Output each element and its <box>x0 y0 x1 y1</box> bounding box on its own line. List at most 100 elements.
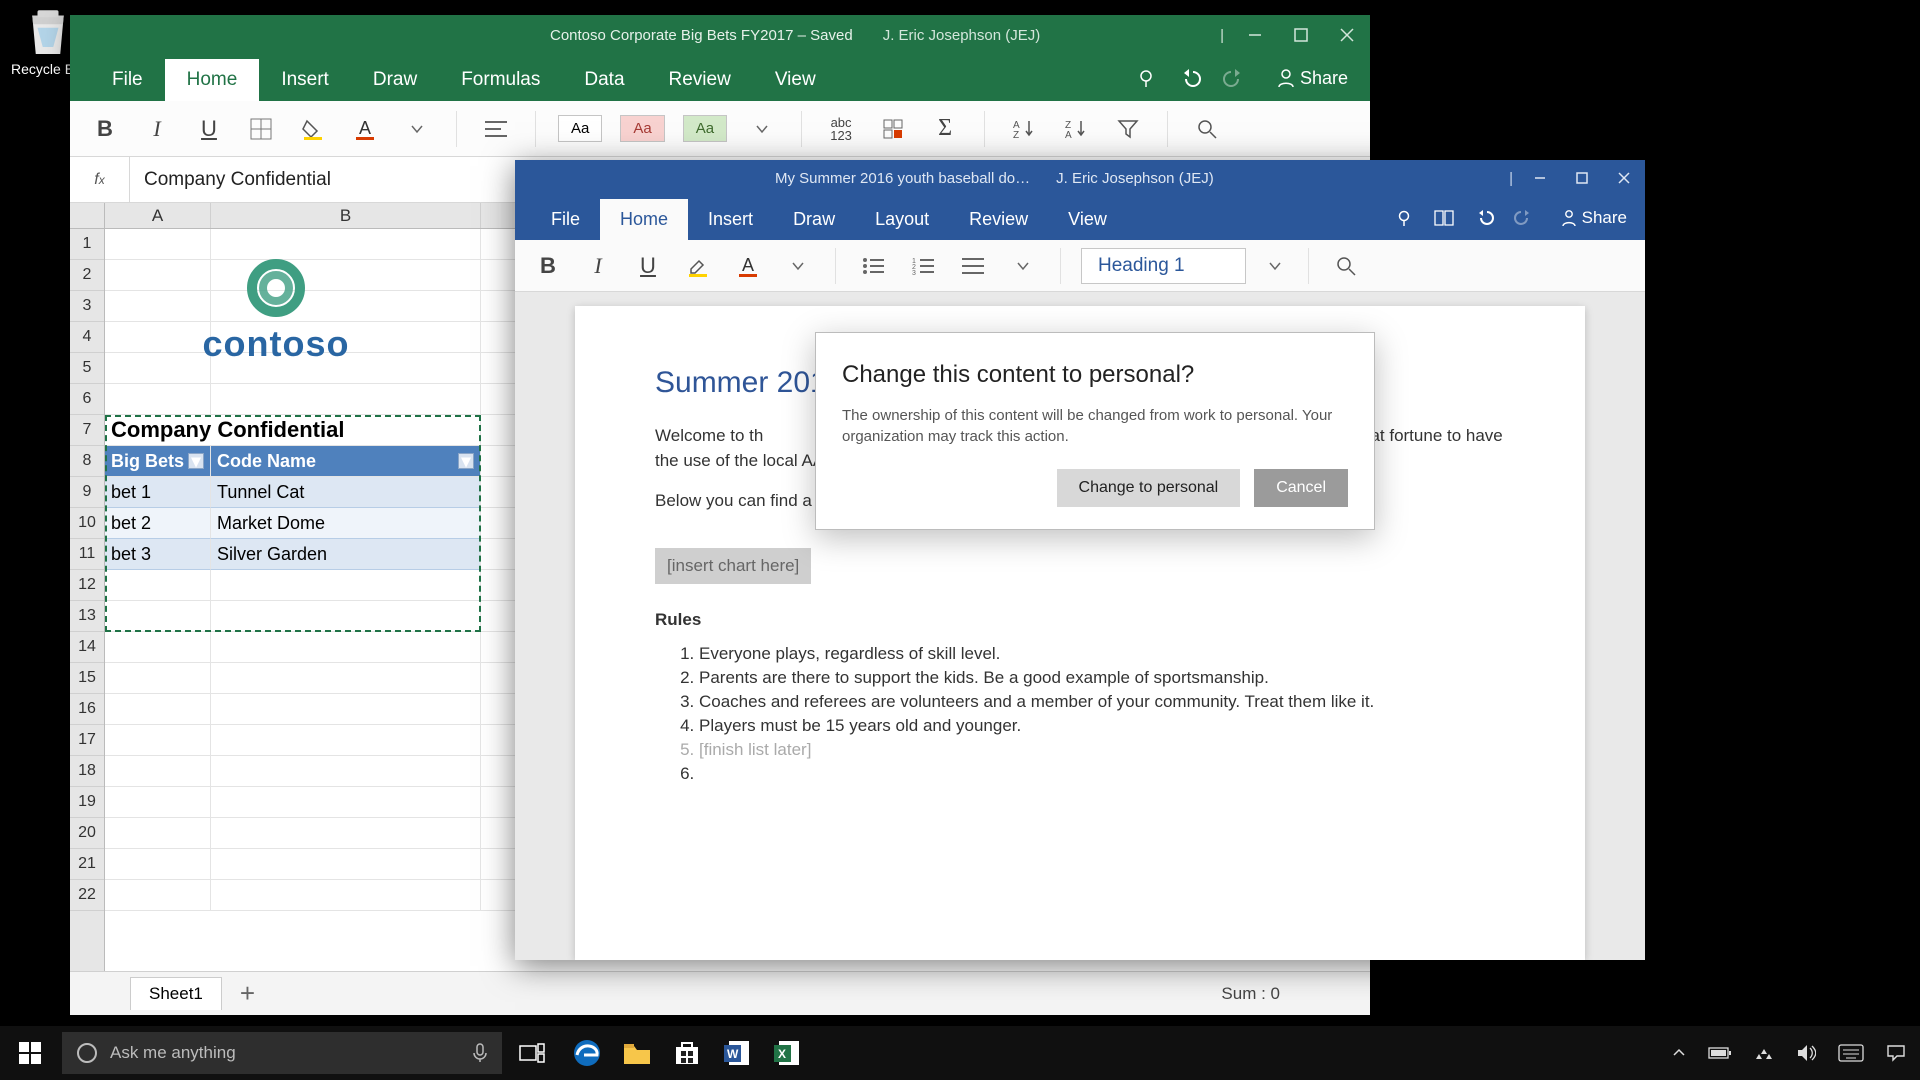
word-page[interactable]: Summer 2016 youth baseball Welcome to th… <box>575 306 1585 960</box>
sort-desc-button[interactable]: ZA <box>1059 112 1093 146</box>
excel-close-button[interactable] <box>1324 15 1370 55</box>
excel-tab-formulas[interactable]: Formulas <box>439 59 562 101</box>
row-header[interactable]: 7 <box>70 415 104 446</box>
word-tab-layout[interactable]: Layout <box>855 199 949 240</box>
row-header[interactable]: 10 <box>70 508 104 539</box>
word-tab-view[interactable]: View <box>1048 199 1127 240</box>
row-header[interactable]: 15 <box>70 663 104 694</box>
word-titlebar[interactable]: My Summer 2016 youth baseball do… J. Eri… <box>515 160 1645 196</box>
word-font-color-button[interactable]: A <box>731 249 765 283</box>
col-header-b[interactable]: B <box>211 203 481 228</box>
table-cell[interactable]: bet 3 <box>105 539 211 570</box>
col-header-a[interactable]: A <box>105 203 211 228</box>
row-header[interactable]: 19 <box>70 787 104 818</box>
taskbar-excel[interactable]: X <box>762 1026 812 1080</box>
sheet-tab[interactable]: Sheet1 <box>130 977 222 1010</box>
word-italic-button[interactable]: I <box>581 249 615 283</box>
battery-icon[interactable] <box>1708 1046 1732 1060</box>
word-read-mode-icon[interactable] <box>1424 196 1464 240</box>
word-font-more-button[interactable] <box>781 249 815 283</box>
chevron-down-icon[interactable]: ▾ <box>188 453 204 469</box>
keyboard-icon[interactable] <box>1838 1044 1864 1062</box>
excel-maximize-button[interactable] <box>1278 15 1324 55</box>
row-header[interactable]: 12 <box>70 570 104 601</box>
font-color-button[interactable]: A <box>348 112 382 146</box>
cancel-button[interactable]: Cancel <box>1254 469 1348 507</box>
fill-color-button[interactable] <box>296 112 330 146</box>
word-para-more-button[interactable] <box>1006 249 1040 283</box>
tray-chevron-icon[interactable] <box>1672 1046 1686 1060</box>
underline-button[interactable]: U <box>192 112 226 146</box>
table-cell[interactable]: Tunnel Cat <box>211 477 481 508</box>
excel-tab-file[interactable]: File <box>90 59 165 101</box>
excel-tab-review[interactable]: Review <box>647 59 753 101</box>
row-header[interactable]: 17 <box>70 725 104 756</box>
chevron-down-icon[interactable]: ▾ <box>458 453 474 469</box>
word-tab-home[interactable]: Home <box>600 199 688 240</box>
word-maximize-button[interactable] <box>1561 160 1603 196</box>
word-redo-icon[interactable] <box>1504 196 1544 240</box>
word-highlight-button[interactable] <box>681 249 715 283</box>
word-underline-button[interactable]: U <box>631 249 665 283</box>
formula-bar-value[interactable]: Company Confidential <box>130 169 331 191</box>
find-button[interactable] <box>1190 112 1224 146</box>
wifi-icon[interactable] <box>1754 1045 1774 1061</box>
excel-redo-icon[interactable] <box>1212 55 1256 101</box>
row-header[interactable]: 11 <box>70 539 104 570</box>
excel-share-button[interactable]: Share <box>1256 68 1370 89</box>
sort-asc-button[interactable]: AZ <box>1007 112 1041 146</box>
taskbar-explorer[interactable] <box>612 1026 662 1080</box>
filter-button[interactable] <box>1111 112 1145 146</box>
condfmt-more-button[interactable] <box>745 112 779 146</box>
row-header[interactable]: 18 <box>70 756 104 787</box>
add-sheet-button[interactable]: + <box>240 978 255 1009</box>
row-header[interactable]: 3 <box>70 291 104 322</box>
excel-minimize-button[interactable] <box>1232 15 1278 55</box>
word-close-button[interactable] <box>1603 160 1645 196</box>
volume-icon[interactable] <box>1796 1044 1816 1062</box>
borders-button[interactable] <box>244 112 278 146</box>
excel-tellme-icon[interactable] <box>1124 55 1168 101</box>
row-header[interactable]: 2 <box>70 260 104 291</box>
condfmt-normal[interactable]: Aa <box>558 115 602 142</box>
autosum-button[interactable]: Σ <box>928 112 962 146</box>
row-header[interactable]: 1 <box>70 229 104 260</box>
action-center-icon[interactable] <box>1886 1044 1906 1062</box>
table-cell[interactable]: bet 2 <box>105 508 211 539</box>
mic-icon[interactable] <box>472 1043 488 1063</box>
word-style-dropdown[interactable] <box>1262 259 1288 273</box>
taskbar-store[interactable] <box>662 1026 712 1080</box>
word-tab-review[interactable]: Review <box>949 199 1048 240</box>
bold-button[interactable]: B <box>88 112 122 146</box>
number-format-button[interactable]: abc123 <box>824 112 858 146</box>
word-minimize-button[interactable] <box>1519 160 1561 196</box>
word-tab-draw[interactable]: Draw <box>773 199 855 240</box>
word-tab-insert[interactable]: Insert <box>688 199 773 240</box>
change-to-personal-button[interactable]: Change to personal <box>1057 469 1241 507</box>
taskbar-edge[interactable] <box>562 1026 612 1080</box>
word-share-button[interactable]: Share <box>1544 208 1645 228</box>
word-align-button[interactable] <box>956 249 990 283</box>
condfmt-good[interactable]: Aa <box>683 115 727 142</box>
table-title[interactable]: Company Confidential <box>105 415 481 446</box>
font-more-button[interactable] <box>400 112 434 146</box>
italic-button[interactable]: I <box>140 112 174 146</box>
cortana-search[interactable]: Ask me anything <box>62 1032 502 1074</box>
table-cell[interactable]: Silver Garden <box>211 539 481 570</box>
excel-tab-insert[interactable]: Insert <box>259 59 351 101</box>
table-header-bets[interactable]: Big Bets▾ <box>105 446 211 477</box>
word-bold-button[interactable]: B <box>531 249 565 283</box>
row-header[interactable]: 9 <box>70 477 104 508</box>
excel-tab-view[interactable]: View <box>753 59 838 101</box>
align-button[interactable] <box>479 112 513 146</box>
taskbar-word[interactable]: W <box>712 1026 762 1080</box>
word-undo-icon[interactable] <box>1464 196 1504 240</box>
word-bullets-button[interactable] <box>856 249 890 283</box>
table-cell[interactable]: bet 1 <box>105 477 211 508</box>
table-header-code[interactable]: Code Name▾ <box>211 446 481 477</box>
row-header[interactable]: 14 <box>70 632 104 663</box>
row-header[interactable]: 20 <box>70 818 104 849</box>
word-find-button[interactable] <box>1329 249 1363 283</box>
row-header[interactable]: 16 <box>70 694 104 725</box>
word-style-selector[interactable]: Heading 1 <box>1081 248 1246 284</box>
